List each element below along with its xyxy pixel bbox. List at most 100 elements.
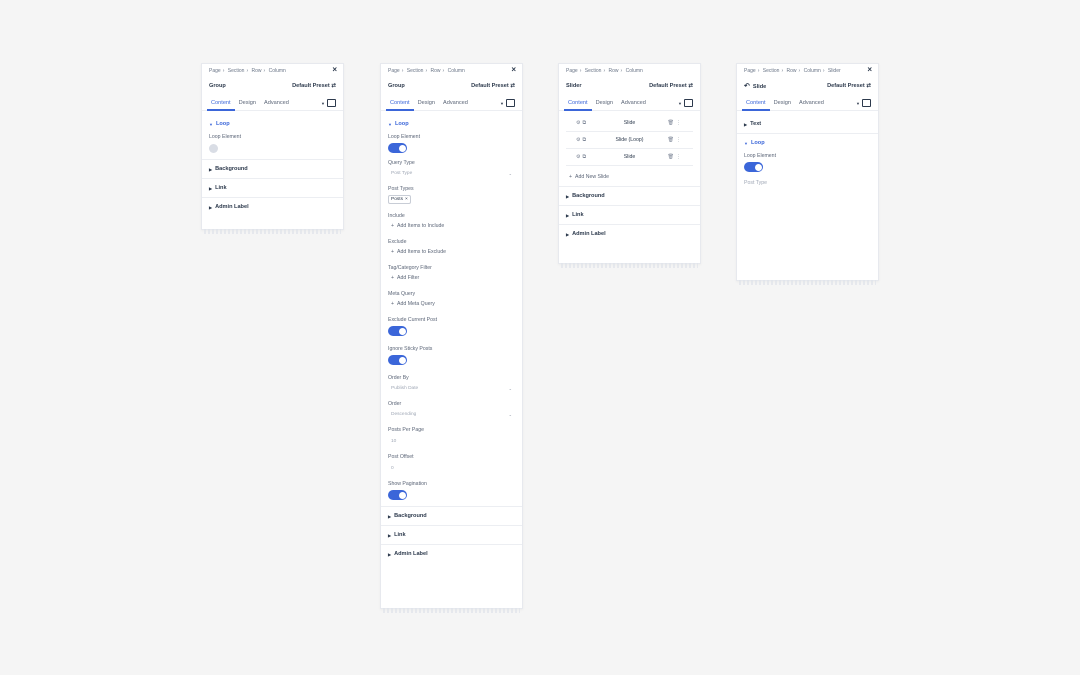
section-admin-label[interactable]: ▶ Admin Label (209, 204, 336, 210)
order-by-select[interactable]: Publish Date ⌄ (388, 386, 515, 391)
trash-icon[interactable]: 🗑 (668, 137, 676, 143)
loop-element-toggle[interactable] (388, 143, 407, 153)
crumb-slider[interactable]: Slider (828, 68, 841, 74)
plus-icon: + (391, 249, 395, 255)
post-types-label: Post Types (388, 186, 414, 192)
order-select[interactable]: Descending ⌄ (388, 412, 515, 417)
breadcrumb: Page › Section › Row › Column × (388, 65, 516, 74)
section-loop[interactable]: ▼ Loop (209, 121, 336, 127)
close-icon[interactable]: × (332, 65, 337, 74)
tab-design[interactable]: Design (414, 96, 439, 111)
crumb-row[interactable]: Row (787, 68, 797, 74)
close-icon[interactable]: × (511, 65, 516, 74)
caret-down-icon[interactable]: ▼ (500, 101, 504, 106)
trash-icon[interactable]: 🗑 (668, 120, 676, 126)
device-icon[interactable] (506, 99, 515, 107)
section-loop[interactable]: ▼ Loop (744, 140, 871, 146)
section-background[interactable]: ▶ Background (566, 193, 693, 199)
device-icon[interactable] (327, 99, 336, 107)
more-icon[interactable]: ⋮ (676, 137, 683, 143)
section-loop[interactable]: ▼ Loop (388, 121, 515, 127)
posts-per-page-input[interactable]: 10 (388, 439, 515, 444)
crumb-column[interactable]: Column (804, 68, 821, 74)
section-link[interactable]: ▶ Link (388, 532, 515, 538)
slide-label: Slide (623, 120, 636, 126)
section-link[interactable]: ▶ Link (209, 185, 336, 191)
preset-button[interactable]: Default Preset ⇄ (292, 83, 336, 89)
caret-down-icon[interactable]: ▼ (321, 101, 325, 106)
duplicate-icon[interactable]: ⧉ (582, 120, 588, 126)
preset-button[interactable]: Default Preset ⇄ (471, 83, 515, 89)
post-offset-input[interactable]: 0 (388, 466, 515, 471)
crumb-section[interactable]: Section (228, 68, 245, 74)
crumb-section[interactable]: Section (585, 68, 602, 74)
crumb-row[interactable]: Row (609, 68, 619, 74)
slide-item[interactable]: ⚙⧉ Slide 🗑⋮ (566, 149, 693, 166)
add-meta-button[interactable]: + Add Meta Query (388, 301, 515, 307)
chevron-right-icon: ▶ (209, 185, 213, 191)
chevron-right-icon: ▶ (566, 193, 570, 199)
crumb-row[interactable]: Row (431, 68, 441, 74)
include-label: Include (388, 213, 405, 219)
section-text[interactable]: ▶ Text (744, 121, 871, 127)
post-type-chip[interactable]: Posts × (388, 195, 411, 204)
section-link[interactable]: ▶ Link (566, 212, 693, 218)
show-pagination-toggle[interactable] (388, 490, 407, 500)
device-icon[interactable] (684, 99, 693, 107)
crumb-page[interactable]: Page (566, 68, 578, 74)
panel-title: Group (388, 83, 405, 89)
tab-advanced[interactable]: Advanced (260, 96, 293, 111)
add-include-button[interactable]: + Add Items to Include (388, 223, 515, 229)
section-admin-label[interactable]: ▶ Admin Label (388, 551, 515, 557)
loop-element-toggle[interactable] (209, 144, 218, 153)
slide-label: Slide (623, 154, 636, 160)
tab-content[interactable]: Content (742, 96, 770, 111)
crumb-page[interactable]: Page (744, 68, 756, 74)
order-label: Order (388, 401, 402, 407)
crumb-section[interactable]: Section (763, 68, 780, 74)
add-exclude-button[interactable]: + Add Items to Exclude (388, 249, 515, 255)
section-admin-label[interactable]: ▶ Admin Label (566, 231, 693, 237)
caret-down-icon[interactable]: ▼ (856, 101, 860, 106)
tab-design[interactable]: Design (592, 96, 617, 111)
preset-button[interactable]: Default Preset ⇄ (649, 83, 693, 89)
tab-advanced[interactable]: Advanced (795, 96, 828, 111)
trash-icon[interactable]: 🗑 (668, 154, 676, 160)
more-icon[interactable]: ⋮ (676, 154, 683, 160)
crumb-page[interactable]: Page (209, 68, 221, 74)
close-icon[interactable]: × (867, 65, 872, 74)
section-background[interactable]: ▶ Background (388, 513, 515, 519)
device-icon[interactable] (862, 99, 871, 107)
slide-item[interactable]: ⚙⧉ Slide 🗑⋮ (566, 115, 693, 132)
section-background[interactable]: ▶ Background (209, 166, 336, 172)
remove-icon[interactable]: × (405, 197, 408, 202)
ignore-sticky-toggle[interactable] (388, 355, 407, 365)
order-by-label: Order By (388, 375, 409, 381)
loop-element-toggle[interactable] (744, 162, 763, 172)
tab-content[interactable]: Content (386, 96, 414, 111)
swap-icon: ⇄ (510, 83, 515, 89)
slide-item[interactable]: ⚙⧉ Slide (Loop) 🗑⋮ (566, 132, 693, 149)
add-filter-button[interactable]: + Add Filter (388, 275, 515, 281)
tab-content[interactable]: Content (207, 96, 235, 111)
crumb-column[interactable]: Column (626, 68, 643, 74)
crumb-section[interactable]: Section (407, 68, 424, 74)
crumb-row[interactable]: Row (252, 68, 262, 74)
tab-content[interactable]: Content (564, 96, 592, 111)
more-icon[interactable]: ⋮ (676, 120, 683, 126)
back-arrow-icon[interactable]: ↶ (744, 83, 750, 90)
add-slide-button[interactable]: + Add New Slide (566, 174, 693, 180)
tab-advanced[interactable]: Advanced (439, 96, 472, 111)
duplicate-icon[interactable]: ⧉ (582, 137, 588, 143)
tab-advanced[interactable]: Advanced (617, 96, 650, 111)
tab-design[interactable]: Design (770, 96, 795, 111)
tab-design[interactable]: Design (235, 96, 260, 111)
duplicate-icon[interactable]: ⧉ (582, 154, 588, 160)
crumb-column[interactable]: Column (448, 68, 465, 74)
crumb-page[interactable]: Page (388, 68, 400, 74)
caret-down-icon[interactable]: ▼ (678, 101, 682, 106)
preset-button[interactable]: Default Preset ⇄ (827, 83, 871, 89)
exclude-current-toggle[interactable] (388, 326, 407, 336)
query-type-select[interactable]: Post Type ⌄ (388, 171, 515, 176)
crumb-column[interactable]: Column (269, 68, 286, 74)
